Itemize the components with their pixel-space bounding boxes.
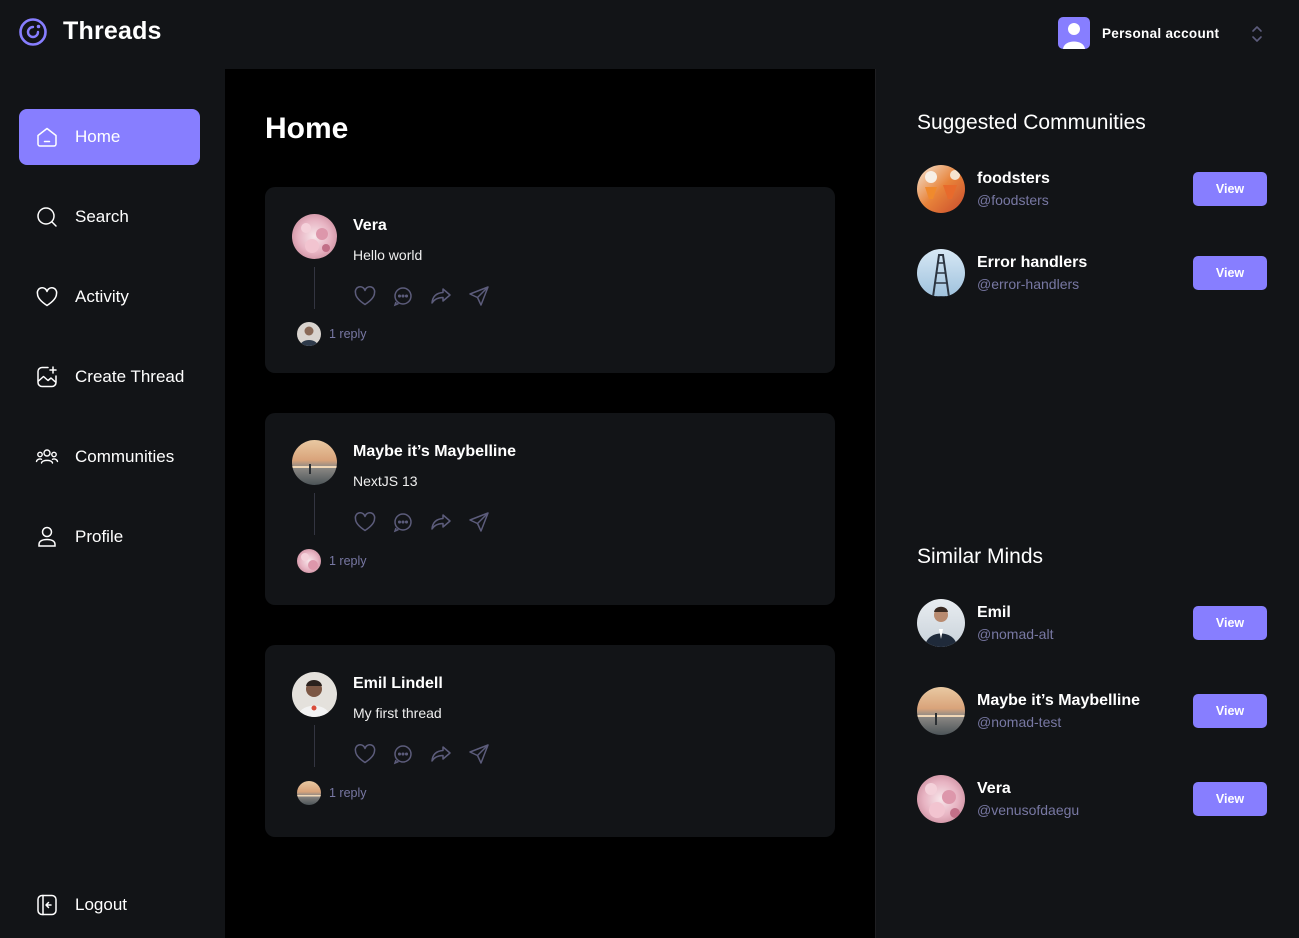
suggested-communities-title: Suggested Communities bbox=[917, 111, 1146, 134]
user-icon bbox=[38, 526, 56, 547]
right-sidebar: Suggested Communities foodsters @foodste… bbox=[875, 69, 1299, 938]
logout-icon bbox=[37, 894, 57, 916]
top-bar: Threads Personal account bbox=[0, 0, 1299, 69]
create-thread-icon bbox=[37, 366, 57, 388]
thread-line bbox=[314, 267, 315, 309]
thread-line bbox=[314, 725, 315, 767]
repost-icon[interactable] bbox=[429, 510, 453, 534]
heart-icon[interactable] bbox=[353, 510, 377, 534]
post-actions bbox=[353, 510, 491, 534]
main-feed: Home Vera Hello world 1 reply Maybe it’s… bbox=[225, 69, 875, 938]
community-item: foodsters @foodsters View bbox=[917, 165, 1267, 213]
communities-icon bbox=[35, 449, 59, 464]
user-avatar bbox=[917, 775, 965, 823]
community-handle: @foodsters bbox=[977, 192, 1049, 208]
view-community-button[interactable]: View bbox=[1193, 256, 1267, 290]
nav-label: Create Thread bbox=[75, 367, 185, 386]
author-avatar[interactable] bbox=[292, 440, 337, 485]
nav-item-home[interactable]: Home bbox=[19, 109, 200, 165]
post-author[interactable]: Vera bbox=[353, 217, 387, 235]
user-item: Vera @venusofdaegu View bbox=[917, 775, 1267, 823]
user-item: Emil @nomad-alt View bbox=[917, 599, 1267, 647]
user-name: Maybe it’s Maybelline bbox=[977, 692, 1141, 709]
reply-count[interactable]: 1 reply bbox=[329, 786, 367, 800]
user-avatar bbox=[917, 599, 965, 647]
user-item: Maybe it’s Maybelline @nomad-test View bbox=[917, 687, 1267, 735]
nav-label: Home bbox=[75, 127, 121, 146]
reply-avatar bbox=[297, 781, 321, 805]
user-handle: @nomad-test bbox=[977, 714, 1062, 730]
nav-item-communities[interactable]: Communities bbox=[19, 429, 200, 485]
nav-item-search[interactable]: Search bbox=[19, 189, 200, 245]
threads-logo-icon[interactable] bbox=[18, 17, 48, 47]
thread-line bbox=[314, 493, 315, 535]
logout-label: Logout bbox=[75, 895, 127, 914]
nav-item-activity[interactable]: Activity bbox=[19, 269, 200, 325]
author-avatar[interactable] bbox=[292, 672, 337, 717]
community-handle: @error-handlers bbox=[977, 276, 1080, 292]
community-avatar bbox=[917, 165, 965, 213]
account-switcher[interactable]: Personal account bbox=[1058, 17, 1219, 49]
nav-item-profile[interactable]: Profile bbox=[19, 509, 200, 565]
user-name: Emil bbox=[977, 604, 1011, 621]
chevron-up-down-icon[interactable] bbox=[1250, 24, 1264, 44]
post-content: NextJS 13 bbox=[353, 473, 418, 489]
reply-icon[interactable] bbox=[391, 510, 415, 534]
similar-minds-title: Similar Minds bbox=[917, 545, 1044, 568]
share-icon[interactable] bbox=[467, 742, 491, 766]
author-avatar[interactable] bbox=[292, 214, 337, 259]
logout-button[interactable]: Logout bbox=[19, 877, 200, 933]
reply-summary[interactable]: 1 reply bbox=[297, 549, 367, 573]
view-user-button[interactable]: View bbox=[1193, 694, 1267, 728]
community-item: Error handlers @error-handlers View bbox=[917, 249, 1267, 297]
reply-icon[interactable] bbox=[391, 284, 415, 308]
nav-label: Search bbox=[75, 207, 129, 226]
reply-avatar bbox=[297, 549, 321, 573]
user-handle: @venusofdaegu bbox=[977, 802, 1080, 818]
community-avatar bbox=[917, 249, 965, 297]
account-avatar-icon[interactable] bbox=[1058, 17, 1090, 49]
post-actions bbox=[353, 284, 491, 308]
reply-summary[interactable]: 1 reply bbox=[297, 781, 367, 805]
home-icon bbox=[37, 127, 57, 147]
heart-icon bbox=[36, 287, 58, 307]
page-title: Home bbox=[265, 112, 349, 145]
search-icon bbox=[37, 207, 57, 227]
thread-card[interactable]: Vera Hello world 1 reply bbox=[265, 187, 835, 373]
reply-avatar bbox=[297, 322, 321, 346]
heart-icon[interactable] bbox=[353, 284, 377, 308]
heart-icon[interactable] bbox=[353, 742, 377, 766]
community-name: Error handlers bbox=[977, 254, 1088, 271]
thread-card[interactable]: Maybe it’s Maybelline NextJS 13 1 reply bbox=[265, 413, 835, 605]
reply-count[interactable]: 1 reply bbox=[329, 554, 367, 568]
nav-label: Communities bbox=[75, 447, 175, 466]
user-avatar bbox=[917, 687, 965, 735]
user-handle: @nomad-alt bbox=[977, 626, 1054, 642]
repost-icon[interactable] bbox=[429, 284, 453, 308]
view-community-button[interactable]: View bbox=[1193, 172, 1267, 206]
reply-count[interactable]: 1 reply bbox=[329, 327, 367, 341]
post-author[interactable]: Emil Lindell bbox=[353, 675, 443, 693]
nav-item-create-thread[interactable]: Create Thread bbox=[19, 349, 200, 405]
post-actions bbox=[353, 742, 491, 766]
account-label[interactable]: Personal account bbox=[1102, 26, 1219, 41]
user-name: Vera bbox=[977, 780, 1011, 797]
share-icon[interactable] bbox=[467, 510, 491, 534]
reply-summary[interactable]: 1 reply bbox=[297, 322, 367, 346]
repost-icon[interactable] bbox=[429, 742, 453, 766]
reply-icon[interactable] bbox=[391, 742, 415, 766]
view-user-button[interactable]: View bbox=[1193, 606, 1267, 640]
thread-card[interactable]: Emil Lindell My first thread 1 reply bbox=[265, 645, 835, 837]
view-user-button[interactable]: View bbox=[1193, 782, 1267, 816]
nav-label: Activity bbox=[75, 287, 129, 306]
left-sidebar: Home Search Activity Create Thread Commu… bbox=[0, 69, 225, 938]
app-title[interactable]: Threads bbox=[63, 17, 162, 46]
post-author[interactable]: Maybe it’s Maybelline bbox=[353, 443, 516, 461]
nav-label: Profile bbox=[75, 527, 124, 546]
post-content: Hello world bbox=[353, 247, 423, 263]
community-name: foodsters bbox=[977, 170, 1050, 187]
post-content: My first thread bbox=[353, 705, 442, 721]
share-icon[interactable] bbox=[467, 284, 491, 308]
